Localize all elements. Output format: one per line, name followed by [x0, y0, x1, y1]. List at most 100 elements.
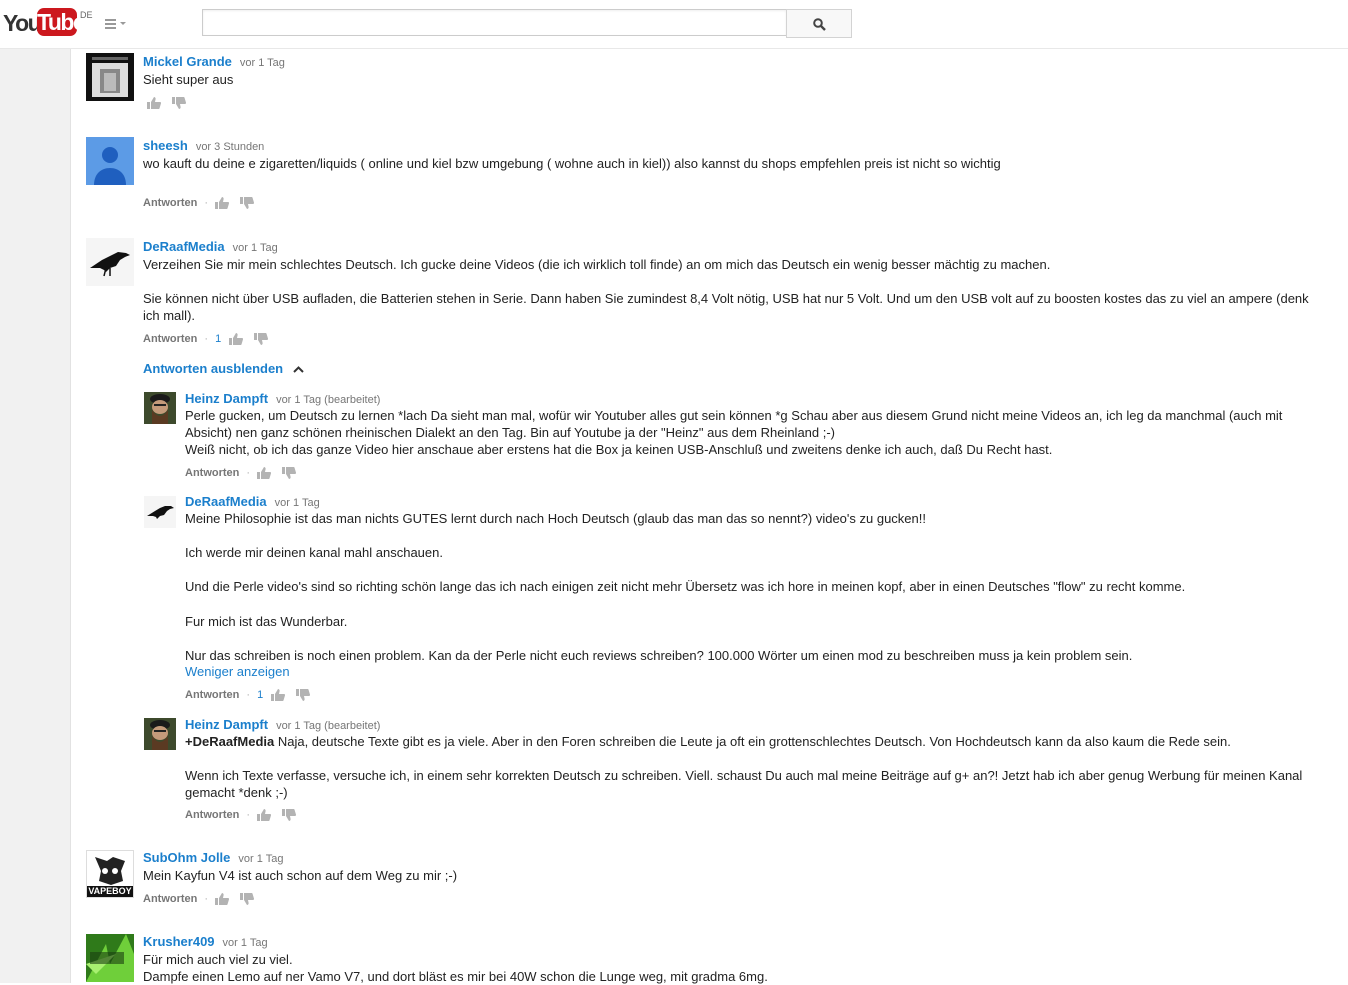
avatar-image: [144, 718, 176, 750]
author-name[interactable]: Mickel Grande: [143, 54, 232, 69]
author-name[interactable]: DeRaafMedia: [185, 494, 267, 509]
reply-text: Weiß nicht, ob ich das ganze Video hier …: [185, 442, 1053, 457]
reply-text: Nur das schreiben is noch einen problem.…: [185, 648, 1133, 663]
comment-time[interactable]: vor 1 Tag (bearbeitet): [276, 720, 380, 732]
thumbs-up-icon[interactable]: [147, 97, 161, 109]
thumbs-down-icon[interactable]: [240, 893, 255, 905]
avatar[interactable]: [86, 238, 134, 286]
avatar[interactable]: [144, 496, 176, 528]
user-mention[interactable]: +DeRaafMedia: [185, 734, 274, 749]
comment-time[interactable]: vor 1 Tag: [238, 853, 283, 865]
avatar[interactable]: [86, 53, 134, 101]
thumbs-up-icon[interactable]: [257, 467, 272, 479]
thumbs-down-icon[interactable]: [282, 809, 297, 821]
author-name[interactable]: SubOhm Jolle: [143, 850, 230, 865]
reply-button[interactable]: Antworten: [143, 333, 197, 345]
thumbs-down-icon[interactable]: [254, 333, 269, 345]
search-input[interactable]: [202, 9, 786, 36]
reply-text: Wenn ich Texte verfasse, versuche ich, i…: [185, 768, 1303, 783]
comment-actions: Antworten · 1: [143, 332, 279, 346]
reply-button[interactable]: Antworten: [143, 893, 197, 905]
reply-text: Meine Philosophie ist das man nichts GUT…: [185, 511, 926, 526]
search-button[interactable]: [786, 9, 852, 38]
reply-actions: Antworten · 1: [185, 688, 321, 702]
comment-text: ich mall).: [143, 308, 196, 323]
author-name[interactable]: Krusher409: [143, 934, 215, 949]
comment-text: wo kauft du deine e zigaretten/liquids (…: [143, 156, 1001, 171]
reply-author[interactable]: Heinz Dampft vor 1 Tag (bearbeitet): [185, 391, 380, 406]
logo-tube-text: Tube: [37, 8, 86, 36]
comment-author[interactable]: DeRaafMedia vor 1 Tag: [143, 239, 278, 254]
raven-logo-icon: [86, 238, 134, 286]
avatar-caption: VAPEBOY: [88, 886, 132, 896]
reply-text: +DeRaafMedia Naja, deutsche Texte gibt e…: [185, 733, 1231, 750]
search-icon: [813, 18, 826, 31]
like-count: 1: [257, 689, 264, 701]
reply-text: Fur mich ist das Wunderbar.: [185, 614, 348, 629]
hide-replies-label: Antworten ausblenden: [143, 361, 284, 376]
thumbs-down-icon[interactable]: [296, 689, 311, 701]
masthead: You Tube DE: [0, 0, 1348, 49]
comment-author[interactable]: Mickel Grande vor 1 Tag: [143, 54, 285, 69]
chevron-up-icon: [293, 366, 304, 373]
reply-button[interactable]: Antworten: [185, 809, 239, 821]
hide-replies-button[interactable]: Antworten ausblenden: [143, 361, 304, 376]
comment-time[interactable]: vor 3 Stunden: [196, 141, 265, 153]
hamburger-icon: [105, 19, 116, 21]
comment-author[interactable]: Krusher409 vor 1 Tag: [143, 934, 268, 949]
reply-button[interactable]: Antworten: [185, 689, 239, 701]
comment-text: Mein Kayfun V4 ist auch schon auf dem We…: [143, 868, 458, 883]
author-name[interactable]: sheesh: [143, 138, 188, 153]
thumbs-up-icon[interactable]: [215, 893, 230, 905]
like-count: 1: [215, 333, 222, 345]
thumbs-down-icon[interactable]: [240, 197, 255, 209]
comment-author[interactable]: SubOhm Jolle vor 1 Tag: [143, 850, 283, 865]
reply-actions: Antworten ·: [185, 808, 307, 822]
avatar[interactable]: [86, 934, 134, 982]
comment-text: Sieht super aus: [143, 72, 234, 87]
thumbs-up-icon[interactable]: [215, 197, 230, 209]
thumbs-down-icon[interactable]: [172, 97, 186, 109]
avatar-image: [86, 53, 134, 101]
reply-text-body: Naja, deutsche Texte gibt es ja viele. A…: [274, 734, 1231, 749]
author-name[interactable]: Heinz Dampft: [185, 391, 268, 406]
avatar[interactable]: VAPEBOY: [86, 850, 134, 898]
comment-time[interactable]: vor 1 Tag: [233, 242, 278, 254]
thumbs-up-icon[interactable]: [257, 809, 272, 821]
author-name[interactable]: DeRaafMedia: [143, 239, 225, 254]
comment-time[interactable]: vor 1 Tag: [223, 937, 268, 949]
comment-text: Verzeihen Sie mir mein schlechtes Deutsc…: [143, 257, 1051, 272]
raven-logo-icon: [144, 496, 176, 528]
show-less-link[interactable]: Weniger anzeigen: [185, 664, 290, 679]
comment-actions: Antworten ·: [143, 196, 265, 210]
reply-actions: Antworten ·: [185, 466, 307, 480]
comment-text: Sie können nicht über USB aufladen, die …: [143, 291, 1309, 306]
logo-you-text: You: [3, 10, 42, 36]
comment-actions: [147, 96, 197, 110]
dropdown-caret-icon: [120, 22, 126, 25]
thumbs-up-icon[interactable]: [271, 689, 286, 701]
comment-author[interactable]: sheesh vor 3 Stunden: [143, 138, 264, 153]
comment-actions: Antworten ·: [143, 892, 265, 906]
avatar-image: [86, 934, 134, 982]
avatar[interactable]: [144, 718, 176, 750]
reply-author[interactable]: DeRaafMedia vor 1 Tag: [185, 494, 320, 509]
reply-button[interactable]: Antworten: [185, 467, 239, 479]
avatar-image: [144, 392, 176, 424]
thumbs-down-icon[interactable]: [282, 467, 297, 479]
author-name[interactable]: Heinz Dampft: [185, 717, 268, 732]
avatar[interactable]: [144, 392, 176, 424]
reply-text: gemacht *denk ;-): [185, 785, 288, 800]
guide-menu-button[interactable]: [105, 17, 129, 31]
reply-button[interactable]: Antworten: [143, 197, 197, 209]
region-label: DE: [80, 10, 93, 20]
thumbs-up-icon[interactable]: [229, 333, 244, 345]
comment-time[interactable]: vor 1 Tag: [240, 57, 285, 69]
reply-text: Ich werde mir deinen kanal mahl anschaue…: [185, 545, 443, 560]
default-avatar-icon: [86, 137, 134, 185]
reply-text: Absicht) nen ganz schönen rheinischen Di…: [185, 425, 836, 440]
avatar[interactable]: [86, 137, 134, 185]
reply-author[interactable]: Heinz Dampft vor 1 Tag (bearbeitet): [185, 717, 380, 732]
comment-time[interactable]: vor 1 Tag (bearbeitet): [276, 394, 380, 406]
comment-time[interactable]: vor 1 Tag: [275, 497, 320, 509]
